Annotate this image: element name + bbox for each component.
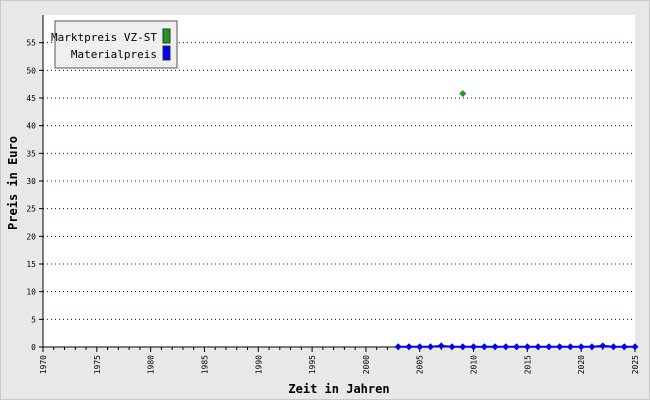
y-tick-label: 45: [26, 94, 36, 103]
x-tick-label: 1980: [147, 355, 156, 374]
x-tick-label: 1975: [93, 355, 102, 374]
legend: Marktpreis VZ-ST Materialpreis: [51, 20, 178, 69]
y-tick-label: 0: [31, 343, 36, 352]
x-tick-label: 1995: [308, 355, 317, 374]
x-tick-label: 1970: [39, 355, 48, 374]
x-tick-label: 2005: [416, 355, 425, 374]
y-tick-label: 25: [26, 205, 36, 214]
chart-container: 0 5 10 15 20 25 30 35 40 45 50 55 1970 1975 1980 1985 1…: [0, 0, 650, 400]
legend-swatch-marktpreis: [162, 28, 171, 44]
legend-swatch-materialpreis: [162, 45, 171, 61]
x-tick-label: 2025: [631, 355, 640, 374]
x-tick-label: 1990: [254, 355, 263, 374]
x-tick-label: 2000: [362, 355, 371, 374]
y-tick-labels: 0 5 10 15 20 25 30 35 40 45 50 55: [26, 39, 43, 352]
x-tick-label: 1985: [200, 355, 209, 374]
y-tick-label: 15: [26, 260, 36, 269]
x-tick-labels: 1970 1975 1980 1985 1990 1995 2000 2005 2010 2015…: [39, 347, 640, 374]
x-tick-label: 2020: [577, 355, 586, 374]
y-tick-label: 30: [26, 177, 36, 186]
y-tick-label: 50: [26, 66, 36, 75]
x-tick-label: 2010: [470, 355, 479, 374]
y-tick-label: 55: [26, 39, 36, 48]
y-axis-title: Preis in Euro: [6, 136, 20, 230]
x-tick-label: 2015: [523, 355, 532, 374]
y-tick-label: 35: [26, 149, 36, 158]
x-axis-title: Zeit in Jahren: [288, 382, 389, 396]
y-tick-label: 40: [26, 122, 36, 131]
price-chart: 0510152025303540455055 1970 1975 1980 1985 1…: [6, 15, 640, 396]
legend-label-materialpreis: Materialpreis: [71, 48, 157, 61]
y-tick-label: 5: [31, 315, 36, 324]
y-tick-label: 20: [26, 232, 36, 241]
y-tick-label: 10: [26, 288, 36, 297]
legend-label-marktpreis: Marktpreis VZ-ST: [51, 31, 157, 44]
